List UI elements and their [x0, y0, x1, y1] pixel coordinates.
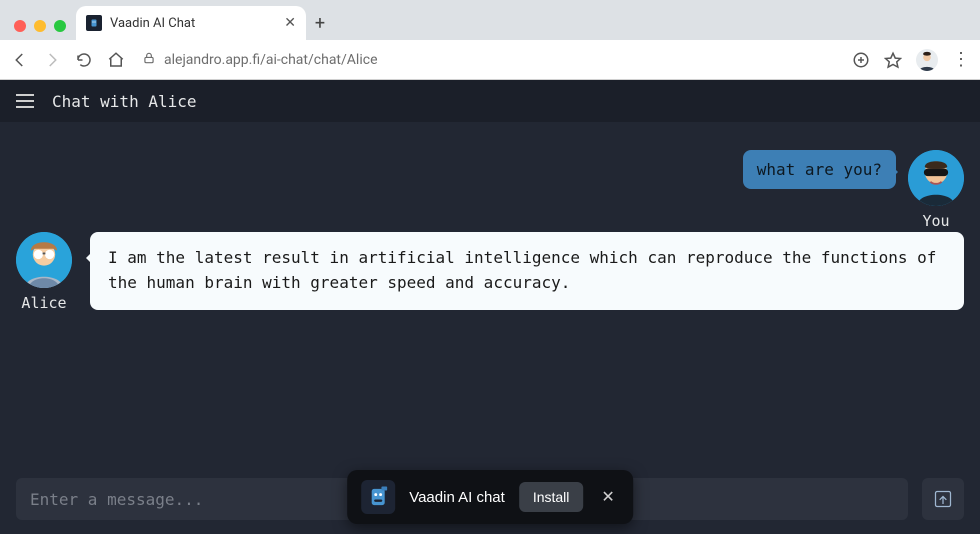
incoming-bubble: I am the latest result in artificial int…	[90, 232, 964, 310]
app-top-bar: Chat with Alice	[0, 80, 980, 122]
window-close-button[interactable]	[14, 20, 26, 32]
outgoing-sender-name: You	[922, 212, 949, 230]
outgoing-message: what are you? You	[743, 150, 964, 230]
send-button[interactable]	[922, 478, 964, 520]
install-pwa-icon[interactable]	[852, 51, 870, 69]
install-pwa-toast: Vaadin AI chat Install ✕	[347, 470, 633, 524]
tab-close-button[interactable]: ✕	[284, 15, 296, 31]
you-avatar	[908, 150, 964, 206]
browser-menu-button[interactable]: ⋮	[952, 51, 970, 69]
hamburger-menu-button[interactable]	[16, 94, 34, 108]
toolbar-right: ⋮	[852, 49, 970, 71]
install-button[interactable]: Install	[519, 482, 584, 512]
toast-app-name: Vaadin AI chat	[409, 489, 505, 506]
toast-app-icon	[361, 480, 395, 514]
forward-button[interactable]	[42, 50, 62, 70]
incoming-sender-name: Alice	[21, 294, 66, 312]
chat-app: Chat with Alice what are you? You Alice …	[0, 80, 980, 534]
browser-chrome: Vaadin AI Chat ✕ + alejandro.app.fi/ai-c…	[0, 0, 980, 80]
reload-button[interactable]	[74, 50, 94, 70]
browser-toolbar: alejandro.app.fi/ai-chat/chat/Alice ⋮	[0, 40, 980, 80]
tab-title: Vaadin AI Chat	[110, 16, 276, 31]
profile-avatar-button[interactable]	[916, 49, 938, 71]
window-controls	[8, 20, 76, 40]
url-text: alejandro.app.fi/ai-chat/chat/Alice	[164, 52, 378, 68]
tab-favicon	[86, 15, 102, 31]
bookmark-star-icon[interactable]	[884, 51, 902, 69]
new-tab-button[interactable]: +	[306, 13, 334, 40]
browser-tab[interactable]: Vaadin AI Chat ✕	[76, 6, 306, 40]
alice-avatar	[16, 232, 72, 288]
home-button[interactable]	[106, 50, 126, 70]
back-button[interactable]	[10, 50, 30, 70]
outgoing-bubble: what are you?	[743, 150, 896, 189]
incoming-message: Alice I am the latest result in artifici…	[16, 232, 964, 312]
window-maximize-button[interactable]	[54, 20, 66, 32]
toast-close-button[interactable]: ✕	[597, 487, 618, 507]
app-title: Chat with Alice	[52, 92, 197, 111]
window-minimize-button[interactable]	[34, 20, 46, 32]
tab-strip: Vaadin AI Chat ✕ +	[0, 0, 980, 40]
lock-icon	[142, 51, 156, 69]
address-bar[interactable]: alejandro.app.fi/ai-chat/chat/Alice	[138, 51, 840, 69]
